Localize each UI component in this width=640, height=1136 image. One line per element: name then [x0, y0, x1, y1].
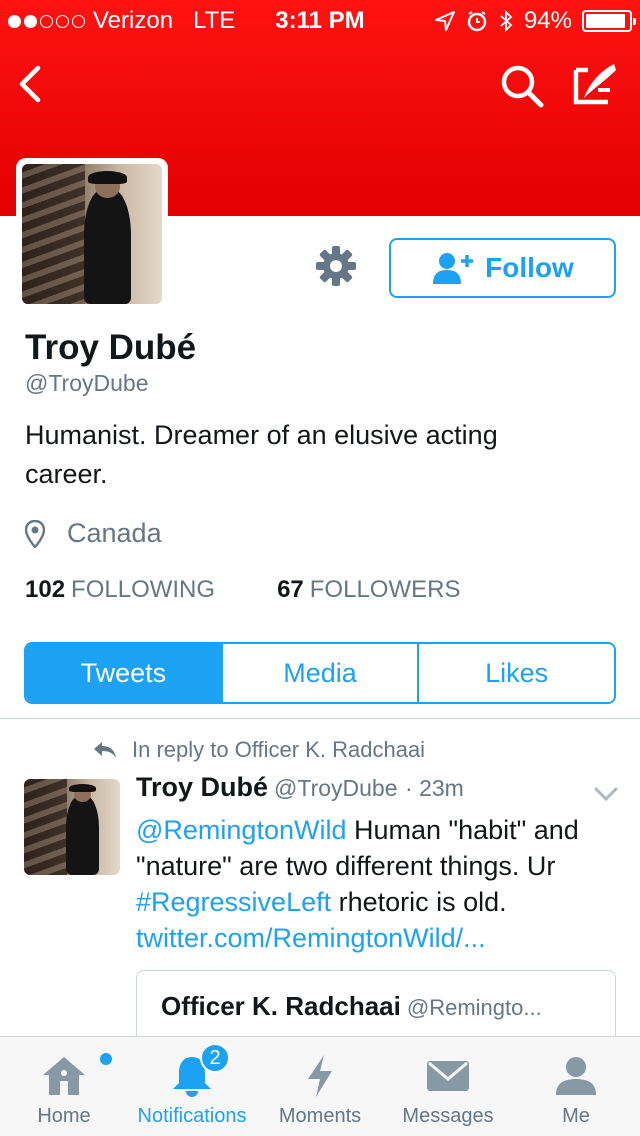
quoted-author-name: Officer K. Radchaai: [161, 991, 401, 1021]
profile-avatar[interactable]: [16, 158, 168, 310]
tabbar-notifications[interactable]: 2 Notifications: [128, 1037, 256, 1136]
battery-icon: [582, 10, 636, 32]
tabbar-home[interactable]: Home: [14, 1037, 114, 1136]
tab-likes[interactable]: Likes: [419, 644, 614, 702]
bottom-tab-bar: Home 2 Notifications Moments Messages Me: [0, 1036, 640, 1136]
following-label: FOLLOWING: [71, 576, 216, 603]
following-count: 102: [25, 576, 66, 603]
notifications-badge: 2: [200, 1043, 230, 1073]
tabbar-me[interactable]: Me: [526, 1037, 626, 1136]
tweet-author-handle: @TroyDube: [274, 775, 398, 801]
home-icon: [43, 1057, 85, 1095]
tweet-timestamp: · 23m: [405, 775, 464, 801]
tab-tweets[interactable]: Tweets: [26, 644, 223, 702]
profile-name: Troy Dubé: [25, 328, 197, 367]
home-new-indicator: [100, 1053, 112, 1065]
compose-tweet-icon[interactable]: [570, 60, 620, 108]
followers-label: FOLLOWERS: [309, 576, 461, 603]
tweet-author-name[interactable]: Troy Dubé: [136, 772, 268, 802]
back-chevron-icon[interactable]: [10, 60, 50, 108]
tabbar-moments-label: Moments: [278, 1105, 362, 1127]
tab-media[interactable]: Media: [222, 644, 420, 702]
location-text: Canada: [67, 518, 162, 548]
profile-handle: @TroyDube: [25, 370, 149, 396]
battery-percent: 94%: [523, 7, 572, 34]
location-arrow-icon: [434, 11, 455, 31]
location-pin-icon: [25, 519, 45, 548]
alarm-icon: [467, 11, 487, 32]
reply-context[interactable]: In reply to Officer K. Radchaai: [92, 737, 425, 763]
status-bar: Verizon LTE 3:11 PM 94%: [0, 0, 640, 40]
tweet-text: @RemingtonWild Human "habit" and "nature…: [136, 812, 626, 956]
tweet-hashtag-link[interactable]: #RegressiveLeft: [136, 887, 331, 917]
tabbar-me-label: Me: [562, 1105, 590, 1127]
tabbar-home-label: Home: [37, 1105, 91, 1127]
follow-button-label: Follow: [485, 252, 574, 283]
tweet-url-link[interactable]: twitter.com/RemingtonWild/...: [136, 923, 486, 953]
profile-stats: 102 FOLLOWING 67 FOLLOWERS: [25, 576, 460, 604]
tabbar-moments[interactable]: Moments: [270, 1037, 370, 1136]
add-user-icon: [433, 253, 474, 284]
me-person-icon: [556, 1057, 596, 1095]
bluetooth-icon: [500, 9, 513, 33]
profile-location: Canada: [25, 518, 162, 549]
profile-bio: Humanist. Dreamer of an elusive acting c…: [25, 420, 498, 489]
reply-context-text: In reply to Officer K. Radchaai: [132, 737, 426, 762]
profile-photo: [22, 164, 162, 304]
tweet-text-part-2: rhetoric is old.: [331, 887, 507, 917]
followers-count: 67: [277, 576, 304, 603]
tweet-header: Troy Dubé @TroyDube · 23m: [136, 772, 464, 803]
section-divider: [0, 718, 640, 719]
tabbar-messages[interactable]: Messages: [392, 1037, 504, 1136]
settings-gear-icon[interactable]: [314, 244, 358, 288]
quoted-author-handle: @Remingto...: [406, 995, 542, 1020]
follow-button[interactable]: Follow: [389, 238, 616, 298]
profile-segmented-control: Tweets Media Likes: [24, 642, 616, 704]
moments-lightning-icon: [308, 1055, 332, 1097]
chevron-down-icon[interactable]: [592, 784, 620, 804]
messages-envelope-icon: [427, 1061, 469, 1091]
reply-arrow-icon: [94, 742, 116, 758]
following-stat[interactable]: 102 FOLLOWING: [25, 576, 215, 604]
tweet-mention-link[interactable]: @RemingtonWild: [136, 815, 346, 845]
followers-stat[interactable]: 67 FOLLOWERS: [277, 576, 460, 604]
tabbar-notifications-label: Notifications: [137, 1105, 247, 1127]
tabbar-messages-label: Messages: [402, 1105, 494, 1127]
search-icon[interactable]: [498, 62, 546, 110]
tweet-author-avatar[interactable]: [24, 779, 120, 875]
tweet-author-photo: [24, 779, 120, 875]
